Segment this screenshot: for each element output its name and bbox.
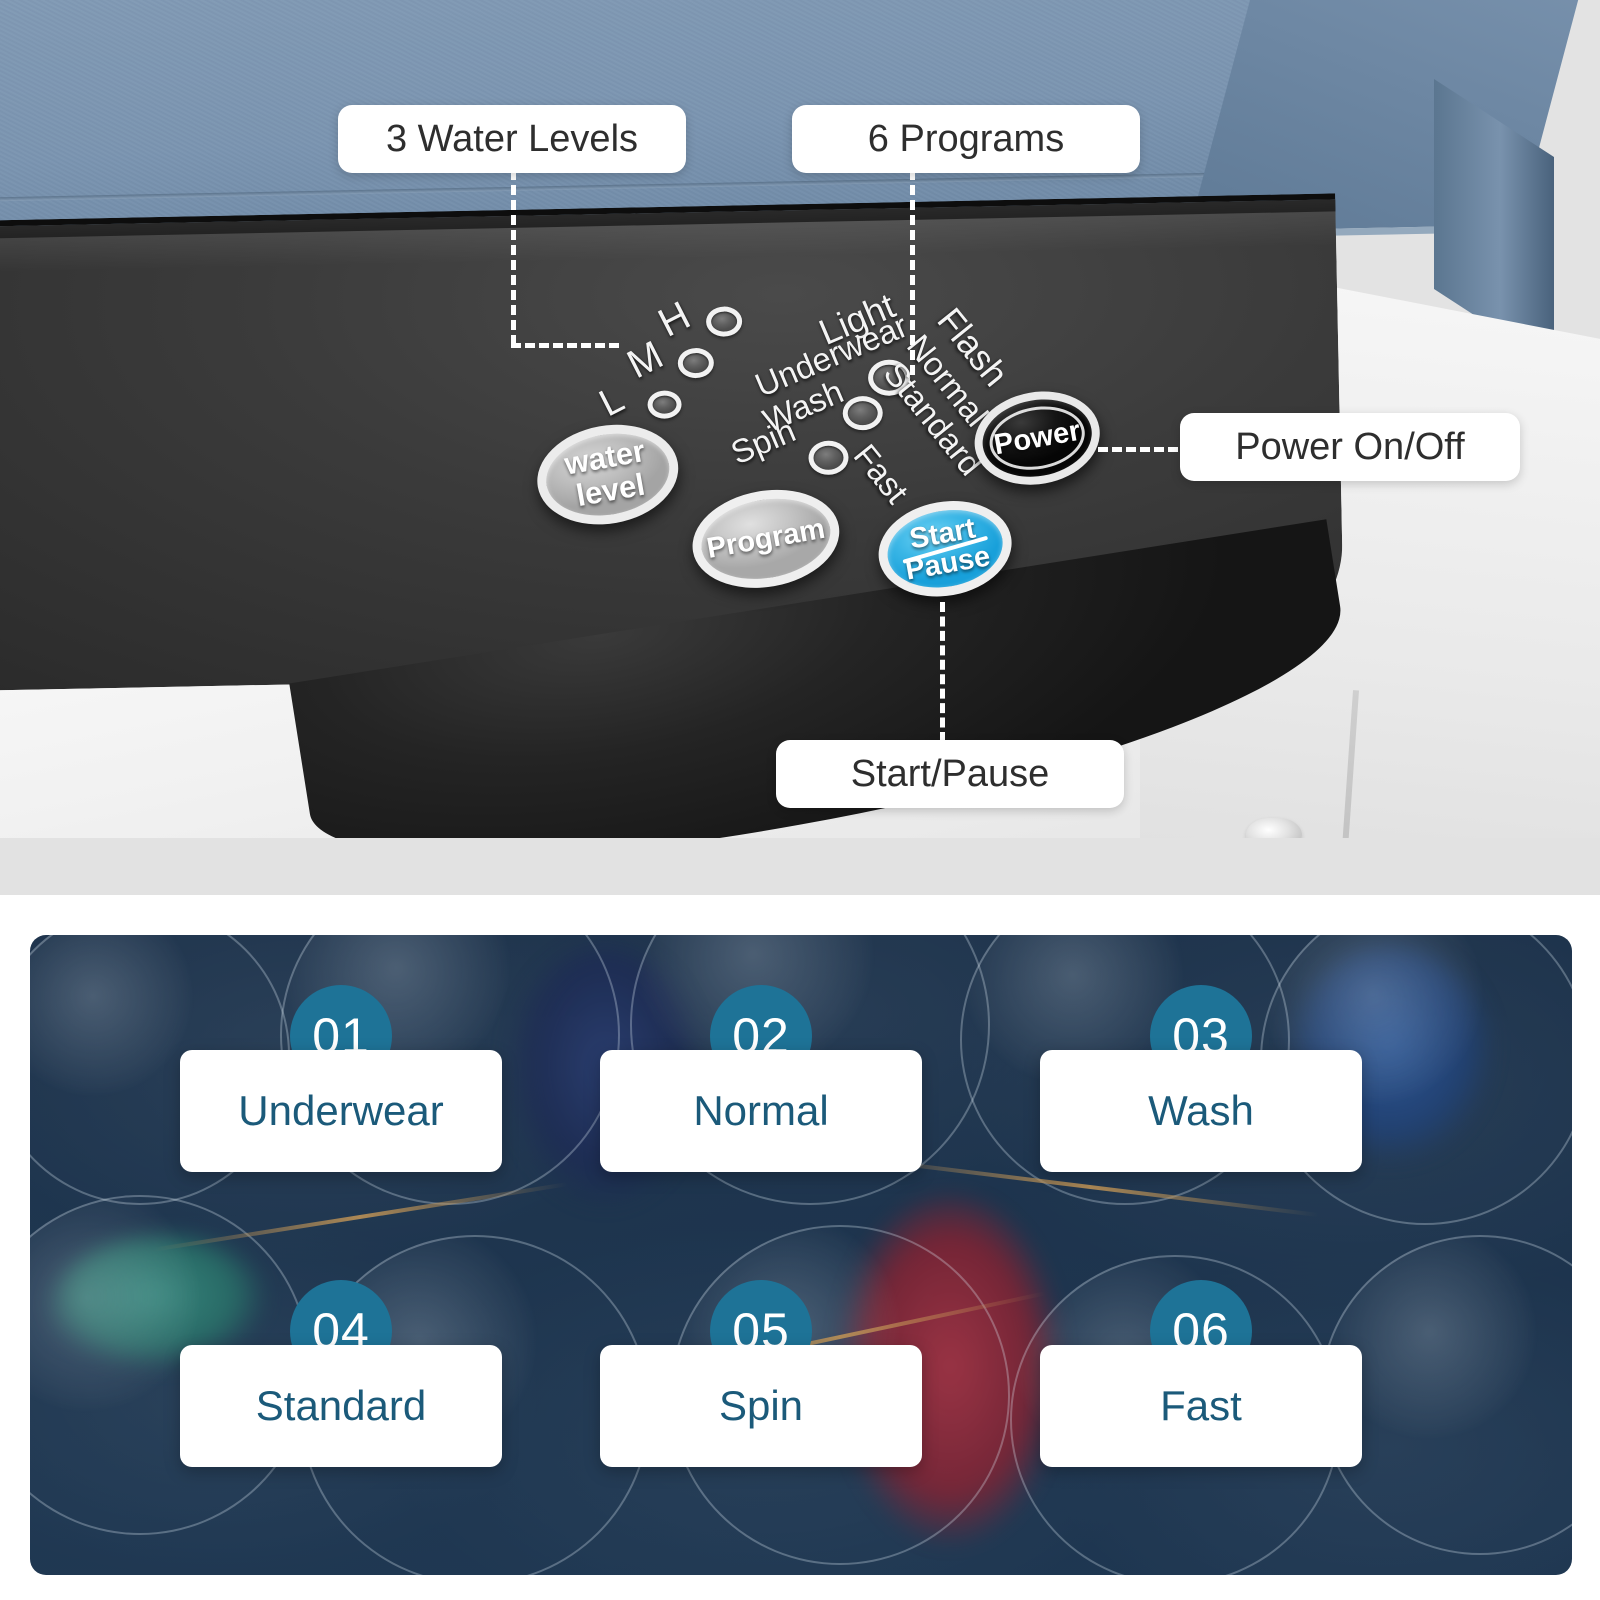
programs-panel: 01 Underwear 02 Normal 03 Wash 04 Standa… xyxy=(30,935,1572,1575)
start-pause-button[interactable]: Start Pause xyxy=(870,490,1020,607)
callout-line-power-horizontal xyxy=(1098,447,1178,452)
program-card-label-spin: Spin xyxy=(718,1382,804,1429)
callout-programs: 6 Programs xyxy=(792,105,1140,173)
power-button-ring xyxy=(984,399,1090,477)
callout-line-water-levels-horizontal xyxy=(511,343,619,348)
water-level-led-m[interactable] xyxy=(677,347,715,379)
callout-power-on-off: Power On/Off xyxy=(1180,413,1520,481)
program-card-fast[interactable]: Fast xyxy=(1040,1345,1362,1467)
program-button[interactable]: Program xyxy=(684,478,848,599)
water-level-led-l[interactable] xyxy=(647,390,682,419)
callout-line-start-pause-vertical xyxy=(940,602,945,742)
program-card-label-wash: Wash xyxy=(1148,1087,1254,1134)
program-label-spin: Spin xyxy=(725,411,801,472)
water-level-label-m: M xyxy=(620,332,671,388)
program-cards-grid: 01 Underwear 02 Normal 03 Wash 04 Standa… xyxy=(30,935,1572,1575)
callout-line-programs-vertical xyxy=(910,170,915,375)
water-level-button[interactable]: water level xyxy=(529,414,687,536)
program-led-fast[interactable] xyxy=(808,440,849,476)
water-level-label-h: H xyxy=(651,293,698,346)
water-level-led-h[interactable] xyxy=(705,306,743,337)
program-card-normal[interactable]: Normal xyxy=(600,1050,922,1172)
callout-water-levels: 3 Water Levels xyxy=(338,105,686,173)
program-card-underwear[interactable]: Underwear xyxy=(180,1050,502,1172)
program-led-standard[interactable] xyxy=(842,395,884,431)
program-card-spin[interactable]: Spin xyxy=(600,1345,922,1467)
infographic-page: H M L Light Flash Underwear Normal Wash … xyxy=(0,0,1600,1600)
program-card-label-normal: Normal xyxy=(693,1087,829,1134)
program-card-label-standard: Standard xyxy=(255,1382,427,1429)
program-card-label-underwear: Underwear xyxy=(238,1087,444,1134)
callout-line-water-levels-vertical xyxy=(511,170,516,345)
program-label-fast: Fast xyxy=(846,436,916,511)
program-card-label-fast: Fast xyxy=(1160,1382,1242,1429)
callout-start-pause: Start/Pause xyxy=(776,740,1124,808)
program-card-standard[interactable]: Standard xyxy=(180,1345,502,1467)
washer-photo-panel: H M L Light Flash Underwear Normal Wash … xyxy=(0,0,1600,895)
power-button[interactable]: Power xyxy=(967,381,1108,495)
program-card-wash[interactable]: Wash xyxy=(1040,1050,1362,1172)
water-level-label-l: L xyxy=(592,378,631,426)
